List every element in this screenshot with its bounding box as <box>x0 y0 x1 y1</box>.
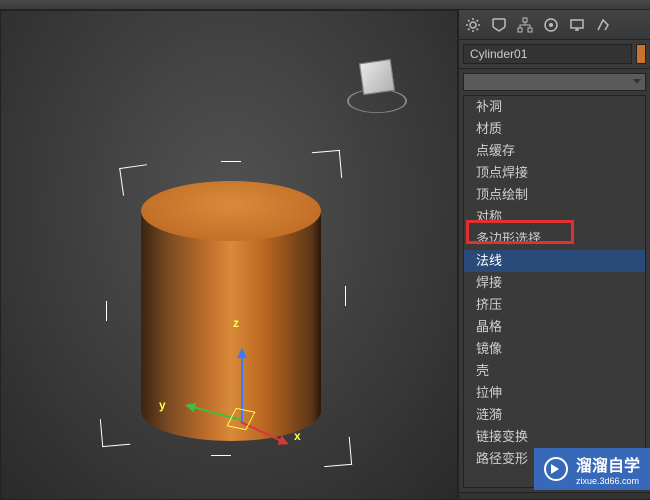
utilities-icon[interactable] <box>593 15 613 35</box>
modifier-item[interactable]: 对称 <box>464 206 645 228</box>
transform-gizmo[interactable] <box>196 371 296 471</box>
hierarchy-icon[interactable] <box>515 15 535 35</box>
watermark-url: zixue.3d66.com <box>576 476 640 486</box>
axis-label-z: z <box>233 316 239 330</box>
main-container: z y x <box>0 10 650 500</box>
modifier-item[interactable]: 焊接 <box>464 272 645 294</box>
modifier-item[interactable]: 多边形选择 <box>464 228 645 250</box>
play-icon <box>544 457 568 481</box>
object-color-swatch[interactable] <box>636 44 646 64</box>
modifier-item[interactable]: 晶格 <box>464 316 645 338</box>
object-name-input[interactable] <box>463 44 632 64</box>
modifier-item[interactable]: 壳 <box>464 360 645 382</box>
view-cube[interactable] <box>347 51 407 111</box>
motion-icon[interactable] <box>541 15 561 35</box>
app-top-bar <box>0 0 650 10</box>
modifier-item[interactable]: 顶点焊接 <box>464 162 645 184</box>
display-icon[interactable] <box>567 15 587 35</box>
object-name-row <box>459 40 650 69</box>
watermark-title: 溜溜自学 <box>576 452 640 476</box>
modify-icon[interactable] <box>489 15 509 35</box>
modifier-list[interactable]: 补洞 材质 点缓存 顶点焊接 顶点绘制 对称 多边形选择 法线 焊接 挤压 晶格… <box>463 95 646 488</box>
modifier-item[interactable]: 拉伸 <box>464 382 645 404</box>
modifier-item-selected[interactable]: 法线 <box>464 250 645 272</box>
modifier-item[interactable]: 挤压 <box>464 294 645 316</box>
gear-icon[interactable] <box>463 15 483 35</box>
cylinder-top <box>141 181 321 241</box>
modifier-item[interactable]: 材质 <box>464 118 645 140</box>
watermark-text: 溜溜自学 zixue.3d66.com <box>576 452 640 486</box>
modifier-dropdown[interactable] <box>463 73 646 91</box>
modifier-item[interactable]: 补洞 <box>464 96 645 118</box>
modifier-item[interactable]: 点缓存 <box>464 140 645 162</box>
watermark: 溜溜自学 zixue.3d66.com <box>534 448 650 490</box>
modifier-item[interactable]: 镜像 <box>464 338 645 360</box>
modifier-item[interactable]: 链接变换 <box>464 426 645 448</box>
modifier-item[interactable]: 涟漪 <box>464 404 645 426</box>
viewport-3d[interactable]: z y x <box>0 10 458 500</box>
panel-divider <box>459 492 650 500</box>
command-panel: 补洞 材质 点缓存 顶点焊接 顶点绘制 对称 多边形选择 法线 焊接 挤压 晶格… <box>458 10 650 500</box>
command-panel-toolbar <box>459 10 650 40</box>
axis-label-y: y <box>159 398 166 412</box>
view-cube-box[interactable] <box>359 59 395 95</box>
modifier-item[interactable]: 顶点绘制 <box>464 184 645 206</box>
